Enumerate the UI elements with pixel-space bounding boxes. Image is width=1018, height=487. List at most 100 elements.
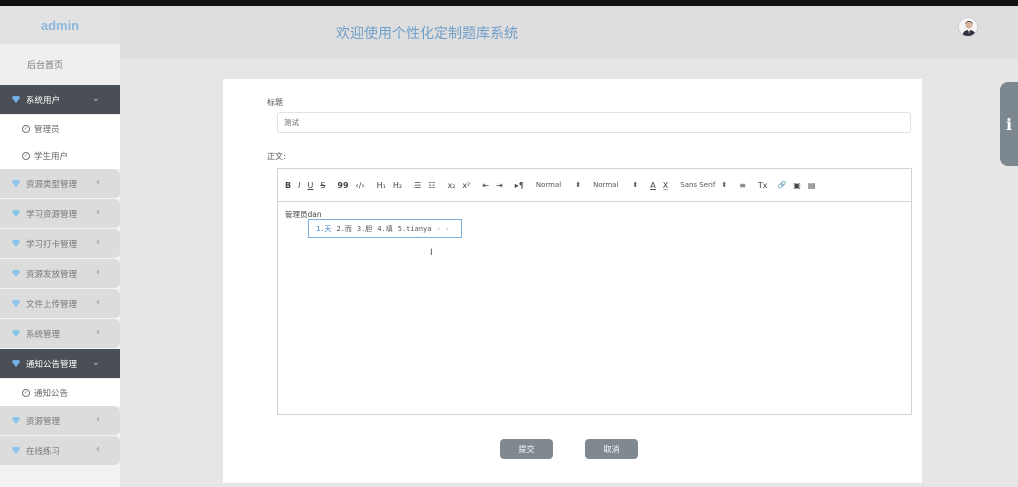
ime-candidate[interactable]: 3.胆: [357, 224, 372, 234]
diamond-icon: [12, 180, 20, 187]
bullet-list-button[interactable]: ☷: [428, 181, 435, 190]
brand-logo[interactable]: admin: [0, 6, 120, 44]
header: 欢迎使用个性化定制题库系统: [120, 6, 1018, 58]
sidebar-item-label: 资源发放管理: [26, 269, 78, 280]
sidebar-subitem-notice[interactable]: ✓ 通知公告: [0, 379, 120, 406]
italic-button[interactable]: I: [298, 181, 300, 190]
diamond-icon: [12, 270, 20, 277]
diamond-icon: [12, 300, 20, 307]
sidebar-item-label: 资源管理: [26, 416, 61, 427]
chevron-down-icon: ⌄: [91, 357, 100, 368]
sidebar-item-distribution[interactable]: 资源发放管理 ‹: [0, 259, 120, 289]
link-button[interactable]: 🔗: [778, 181, 787, 189]
outdent-button[interactable]: ⇤: [482, 181, 489, 190]
check-circle-icon: ✓: [22, 151, 30, 160]
sidebar-subitem-label: 通知公告: [34, 388, 69, 399]
sidebar-item-notices[interactable]: 通知公告管理 ⌄: [0, 349, 120, 379]
ime-candidate[interactable]: 2.而: [336, 224, 351, 234]
chevron-left-icon: ‹: [96, 444, 100, 455]
ime-candidate[interactable]: 1.天: [316, 224, 331, 234]
avatar[interactable]: [958, 17, 978, 37]
sidebar-subitem-students[interactable]: ✓ 学生用户: [0, 142, 120, 169]
chevron-left-icon: ‹: [96, 297, 100, 308]
sidebar-item-learning-resource[interactable]: 学习资源管理 ‹: [0, 199, 120, 229]
background-color-button[interactable]: X̲: [663, 181, 668, 190]
chevron-left-icon: ‹: [96, 207, 100, 218]
font-select-value: Sans Serif: [680, 181, 716, 189]
strike-button[interactable]: S: [320, 181, 325, 190]
chevron-left-icon: ‹: [96, 237, 100, 248]
font-select[interactable]: Sans Serif ⬍: [680, 181, 727, 189]
sidebar-item-practice[interactable]: 在线练习 ‹: [0, 436, 120, 466]
diamond-icon: [12, 417, 20, 424]
image-button[interactable]: ▣: [793, 181, 801, 190]
sidebar-subitem-label: 管理员: [34, 124, 60, 135]
header-select[interactable]: Normal ⬍: [593, 181, 638, 189]
font-color-button[interactable]: A: [650, 181, 655, 190]
ordered-list-button[interactable]: ☰: [414, 181, 421, 190]
ime-candidate[interactable]: 5.tianya: [398, 225, 432, 233]
body-label: 正文:: [267, 152, 286, 161]
dropdown-arrow-icon: ⬍: [575, 181, 582, 189]
user-avatar-icon: [962, 21, 976, 36]
chevron-left-icon: ‹: [96, 267, 100, 278]
sidebar-item-label: 通知公告管理: [26, 359, 78, 370]
title-label: 标题: [267, 98, 283, 107]
underline-button[interactable]: U: [307, 181, 313, 190]
bold-button[interactable]: B: [285, 181, 291, 190]
check-circle-icon: ✓: [22, 124, 30, 133]
sidebar-item-label: 在线练习: [26, 446, 61, 457]
header-select-value: Normal: [593, 181, 619, 189]
page-title: 欢迎使用个性化定制题库系统: [336, 26, 518, 42]
sidebar-item-system[interactable]: 系统管理 ‹: [0, 319, 120, 349]
dropdown-arrow-icon: ⬍: [721, 181, 728, 189]
chevron-left-icon: ‹: [96, 327, 100, 338]
chevron-down-icon: ⌄: [91, 93, 100, 104]
sidebar-subitem-admin[interactable]: ✓ 管理员: [0, 115, 120, 142]
ime-candidate[interactable]: 4.填: [377, 224, 392, 234]
editor-content[interactable]: 管理员dan 1.天 2.而 3.胆 4.填 5.tianya ‹ › I: [278, 202, 911, 414]
header2-button[interactable]: H₂: [393, 181, 402, 190]
diamond-icon: [12, 447, 20, 454]
sidebar-item-label: 学习打卡管理: [26, 239, 78, 250]
chevron-left-icon: ‹: [96, 177, 100, 188]
sidebar-item-resources[interactable]: 资源管理 ‹: [0, 406, 120, 436]
check-circle-icon: ✓: [22, 388, 30, 397]
text-cursor-icon: I: [430, 248, 433, 258]
chevron-left-icon: ‹: [96, 414, 100, 425]
diamond-icon: [12, 360, 20, 367]
diamond-icon: [12, 96, 20, 103]
indent-button[interactable]: ⇥: [496, 181, 503, 190]
superscript-button[interactable]: x²: [462, 181, 470, 190]
clean-format-button[interactable]: Tx: [758, 181, 768, 190]
sidebar-item-home[interactable]: 后台首页: [0, 44, 120, 85]
info-side-tab[interactable]: i: [1000, 82, 1018, 166]
title-input[interactable]: 测试: [277, 112, 911, 133]
ime-candidate-popup[interactable]: 1.天 2.而 3.胆 4.填 5.tianya ‹ ›: [308, 219, 462, 238]
cancel-button[interactable]: 取消: [585, 439, 638, 459]
subscript-button[interactable]: x₂: [447, 181, 455, 190]
sidebar-item-label: 文件上传管理: [26, 299, 78, 310]
size-select[interactable]: Normal ⬍: [536, 181, 581, 189]
dropdown-arrow-icon: ⬍: [632, 181, 639, 189]
blockquote-button[interactable]: 99: [337, 181, 348, 190]
video-button[interactable]: ▤: [808, 181, 816, 190]
sidebar-item-file-upload[interactable]: 文件上传管理 ‹: [0, 289, 120, 319]
header1-button[interactable]: H₁: [377, 181, 386, 190]
diamond-icon: [12, 330, 20, 337]
ime-page-arrows-icon[interactable]: ‹ ›: [436, 225, 449, 233]
rich-text-editor: B I U S 99 ‹/› H₁ H₂ ☰ ☷ x₂ x² ⇤ ⇥ ▸¶ No…: [277, 168, 912, 415]
text-direction-button[interactable]: ▸¶: [515, 181, 524, 190]
sidebar-item-label: 资源类型管理: [26, 179, 78, 190]
submit-button[interactable]: 提交: [500, 439, 553, 459]
sidebar-item-label: 学习资源管理: [26, 209, 78, 220]
sidebar-item-label: 系统用户: [26, 95, 61, 106]
sidebar-subitem-label: 学生用户: [34, 151, 69, 162]
size-select-value: Normal: [535, 181, 562, 189]
sidebar-item-checkin[interactable]: 学习打卡管理 ‹: [0, 229, 120, 259]
sidebar-item-system-users[interactable]: 系统用户 ⌄: [0, 85, 120, 115]
align-button[interactable]: ≡: [739, 181, 746, 190]
code-block-button[interactable]: ‹/›: [356, 181, 365, 190]
sidebar-item-resource-type[interactable]: 资源类型管理 ‹: [0, 169, 120, 199]
diamond-icon: [12, 240, 20, 247]
